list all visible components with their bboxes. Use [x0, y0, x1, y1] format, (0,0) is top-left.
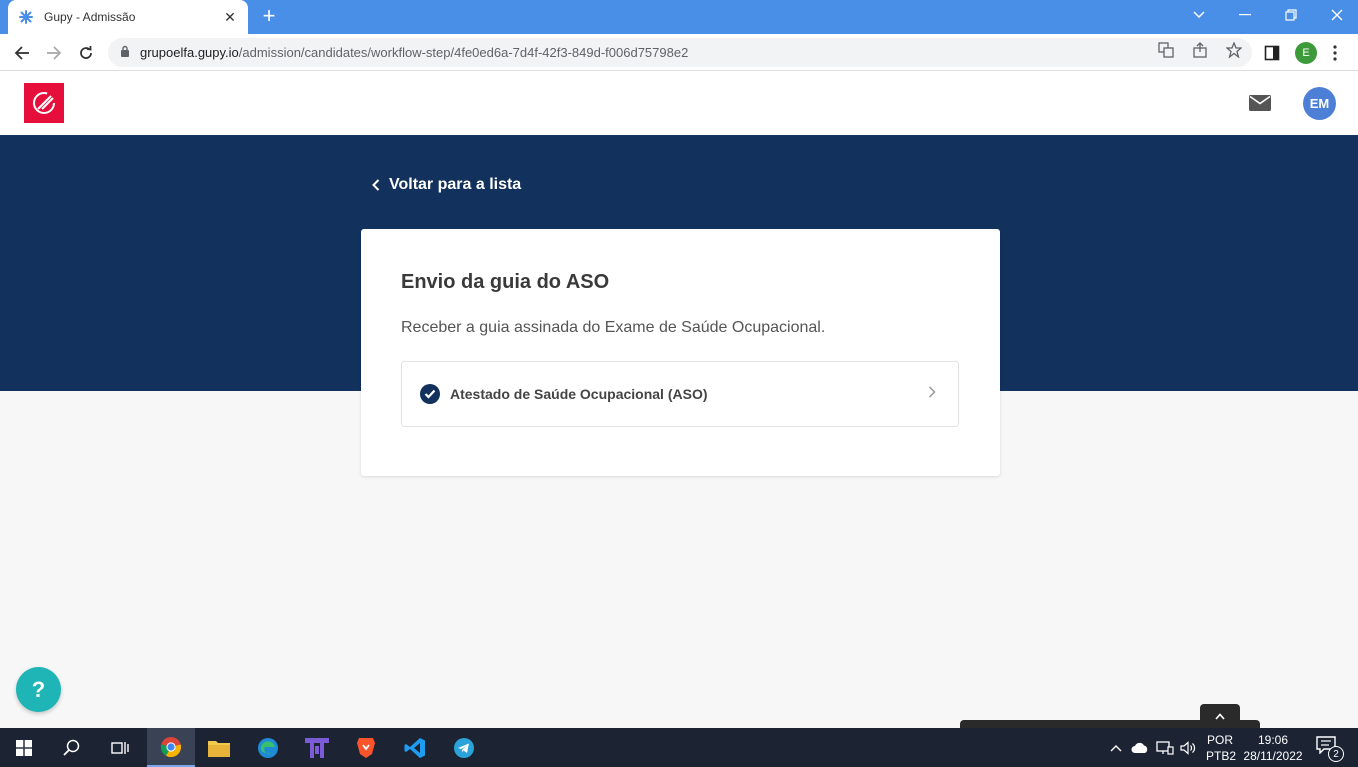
url-text: grupoelfa.gupy.io/admission/candidates/w… — [140, 45, 688, 60]
document-item-label: Atestado de Saúde Ocupacional (ASO) — [450, 386, 708, 402]
mail-icon[interactable] — [1249, 95, 1271, 116]
share-icon[interactable] — [1192, 42, 1208, 63]
restore-icon[interactable] — [1268, 0, 1314, 30]
onedrive-icon[interactable] — [1131, 728, 1149, 767]
task-view-icon[interactable] — [96, 728, 144, 767]
telegram-icon[interactable] — [440, 728, 488, 767]
side-panel-icon[interactable] — [1264, 40, 1280, 66]
check-circle-icon — [420, 384, 440, 404]
vscode-icon[interactable] — [391, 728, 439, 767]
translate-icon[interactable] — [1158, 42, 1174, 63]
search-icon[interactable] — [48, 728, 96, 767]
new-tab-button[interactable]: + — [258, 5, 280, 28]
app-purple-icon[interactable] — [293, 728, 341, 767]
volume-icon[interactable] — [1180, 728, 1196, 767]
tab-title: Gupy - Admissão — [44, 10, 136, 24]
browser-toolbar: grupoelfa.gupy.io/admission/candidates/w… — [0, 34, 1358, 71]
tab-search-icon[interactable] — [1176, 0, 1222, 30]
windows-taskbar: POR PTB2 19:06 28/11/2022 2 — [0, 728, 1358, 767]
url-domain: grupoelfa.gupy.io — [140, 45, 239, 60]
windows-start-icon[interactable] — [0, 728, 48, 767]
profile-avatar: E — [1295, 42, 1317, 64]
tab-close-icon[interactable]: ✕ — [222, 9, 238, 26]
address-bar[interactable]: grupoelfa.gupy.io/admission/candidates/w… — [108, 38, 1252, 67]
chevron-right-icon — [928, 385, 940, 403]
back-to-list-label: Voltar para a lista — [389, 176, 522, 193]
workflow-step-card: Envio da guia do ASO Receber a guia assi… — [361, 229, 1000, 476]
language-code: POR — [1206, 733, 1233, 747]
bookmark-star-icon[interactable] — [1225, 41, 1243, 63]
edge-icon[interactable] — [244, 728, 292, 767]
expand-panel-button[interactable] — [1200, 704, 1240, 728]
page-title: Envio da guia do ASO — [401, 271, 610, 293]
help-button[interactable]: ? — [16, 667, 61, 712]
notification-count-badge: 2 — [1328, 746, 1344, 762]
browser-menu-icon[interactable] — [1333, 40, 1337, 66]
gupy-logo[interactable] — [24, 83, 64, 123]
back-icon[interactable] — [9, 40, 35, 66]
clock-date: 28/11/2022 — [1243, 749, 1303, 763]
browser-tab[interactable]: Gupy - Admissão ✕ — [8, 0, 248, 34]
clock-time: 19:06 — [1257, 733, 1289, 747]
document-item-aso[interactable]: Atestado de Saúde Ocupacional (ASO) — [401, 361, 959, 427]
minimize-icon[interactable] — [1222, 0, 1268, 30]
lock-icon — [120, 44, 130, 62]
close-window-icon[interactable] — [1314, 0, 1358, 30]
keyboard-layout: PTB2 — [1206, 749, 1237, 763]
browser-tab-strip: Gupy - Admissão ✕ + — [0, 0, 1358, 34]
show-hidden-icons[interactable] — [1110, 728, 1122, 767]
brave-icon[interactable] — [342, 728, 390, 767]
file-explorer-icon[interactable] — [195, 728, 243, 767]
chevron-left-icon — [372, 179, 380, 191]
chrome-taskbar-icon[interactable] — [147, 728, 195, 767]
network-icon[interactable] — [1156, 728, 1174, 767]
input-language-indicator[interactable]: POR PTB2 — [1206, 732, 1237, 764]
forward-icon[interactable] — [41, 40, 67, 66]
user-avatar[interactable]: EM — [1303, 87, 1336, 120]
url-path: /admission/candidates/workflow-step/4fe0… — [238, 45, 689, 60]
chevron-up-icon — [1215, 712, 1225, 720]
profile-button[interactable]: E — [1295, 40, 1317, 66]
reload-icon[interactable] — [73, 40, 99, 66]
app-header: EM — [0, 71, 1358, 135]
system-clock[interactable]: 19:06 28/11/2022 — [1242, 732, 1304, 764]
step-description: Receber a guia assinada do Exame de Saúd… — [401, 319, 826, 336]
back-to-list-link[interactable]: Voltar para a lista — [372, 176, 521, 194]
gupy-favicon-icon — [18, 9, 34, 25]
